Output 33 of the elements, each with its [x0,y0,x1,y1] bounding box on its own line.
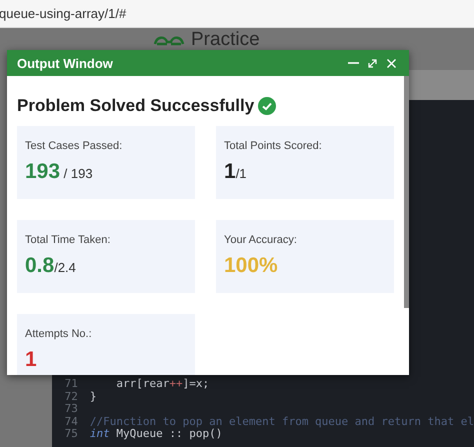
close-icon [386,58,397,68]
stat-total: /2.4 [54,260,76,275]
stat-label: Attempts No.: [25,328,93,340]
stat-label: Your Accuracy: [224,234,298,246]
line-number: 73 [64,403,79,416]
code-line: //Function to pop an element from queue and return that el [90,416,474,428]
stat-total: /1 [236,166,247,181]
stat-label: Test Cases Passed: [25,140,124,152]
line-number: 71 [64,378,79,391]
minimize-icon [348,62,359,64]
stat-label: Total Points Scored: [224,140,323,152]
stat-value: 100% [224,254,278,278]
code-line: } [90,390,97,404]
check-icon [258,97,276,115]
logo-text: Practice [191,30,260,50]
resize-arrows-button[interactable] [367,58,378,68]
resize-arrows-icon [367,58,378,68]
line-number: 75 [64,428,79,441]
line-number: 72 [64,390,79,404]
stat-value: 1 [25,348,37,372]
code-line: int MyQueue :: pop() [90,428,222,441]
stat-value: 193 [25,160,60,184]
result-heading: Problem Solved Successfully [17,96,254,116]
stat-value: 0.8 [25,254,54,278]
scrollbar-thumb[interactable] [404,76,409,308]
close-button[interactable] [386,58,397,68]
stat-total: / 193 [62,166,93,181]
line-number: 74 [64,416,79,428]
stat-label: Total Time Taken: [25,234,112,246]
window-title: Output Window [17,56,114,70]
minimize-button[interactable] [348,62,359,64]
stat-value: 1 [224,160,236,184]
code-line: arr[rear++]=x; [115,378,210,391]
